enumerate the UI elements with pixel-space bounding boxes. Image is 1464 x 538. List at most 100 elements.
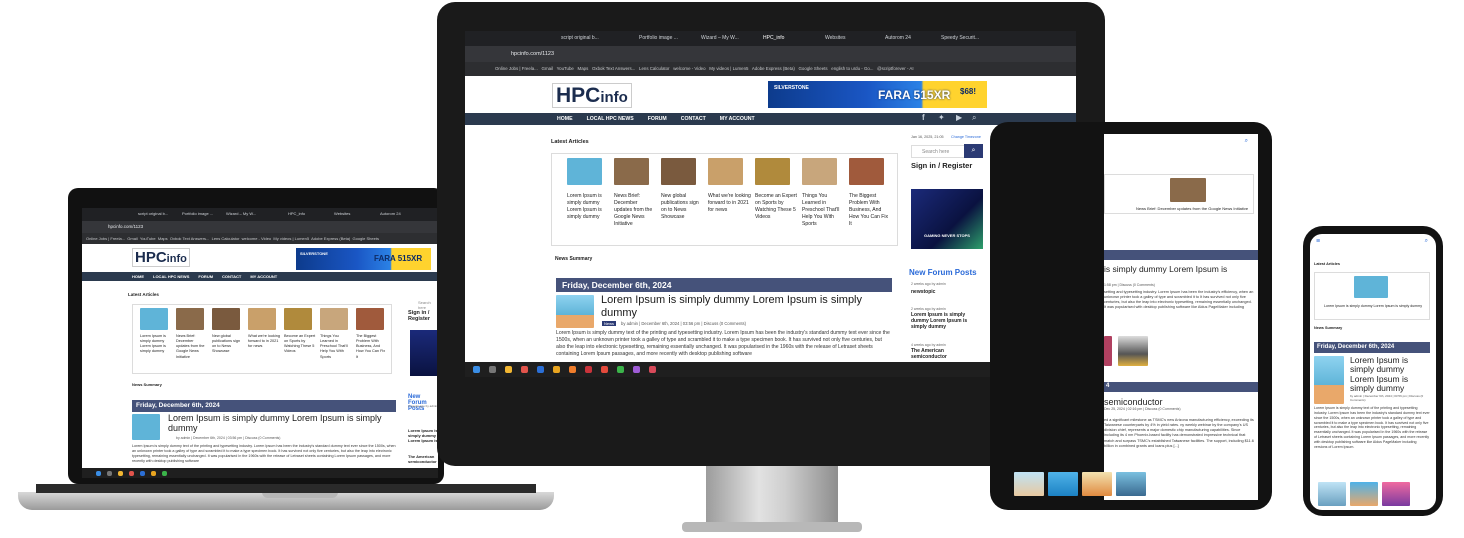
- article-thumbnail[interactable]: [708, 158, 743, 185]
- phone-article-title[interactable]: Lorem Ipsum is simply dummy Lorem Ipsum …: [1324, 304, 1424, 309]
- nav-forum[interactable]: FORUM: [198, 274, 213, 279]
- taskbar-app-icon[interactable]: [617, 366, 624, 373]
- article-thumbnail[interactable]: [755, 158, 790, 185]
- monitor-tab[interactable]: script original b...: [561, 35, 613, 41]
- nav-contact[interactable]: CONTACT: [222, 274, 241, 279]
- bookmark[interactable]: Google Sheets: [799, 66, 828, 71]
- forum-post-title[interactable]: The American semiconductor: [911, 348, 975, 361]
- monitor-tab[interactable]: Speedy Securit...: [941, 35, 989, 41]
- article-title[interactable]: What we're looking forward to in 2021 fo…: [248, 334, 280, 349]
- taskbar-app-icon[interactable]: [649, 366, 656, 373]
- nav-local-hpc-news[interactable]: LOCAL HPC NEWS: [587, 116, 634, 122]
- monitor-ad-banner[interactable]: SILVERSTONE FARA 515XR $68!: [768, 81, 987, 108]
- taskbar-app-icon[interactable]: [537, 366, 544, 373]
- start-icon[interactable]: [96, 470, 101, 476]
- nav-my-account[interactable]: MY ACCOUNT: [250, 274, 277, 279]
- bookmark[interactable]: english to urdu - Go...: [831, 66, 873, 71]
- article-thumbnail[interactable]: [320, 308, 348, 330]
- tablet-image[interactable]: [1118, 336, 1148, 366]
- taskbar-app-icon[interactable]: [118, 470, 123, 476]
- bookmark[interactable]: YouTube: [140, 236, 156, 241]
- taskbar-app-icon[interactable]: [569, 366, 576, 373]
- search-icon[interactable]: ⌕: [972, 113, 976, 123]
- taskbar-app-icon[interactable]: [162, 470, 167, 476]
- forum-post-title[interactable]: Lorem Ipsum is simply dummy Lorem Ipsum …: [911, 312, 975, 330]
- bookmark[interactable]: Oxbok Text Answers...: [170, 236, 210, 241]
- bookmark[interactable]: Online Jobs | Freela...: [86, 236, 125, 241]
- article-title[interactable]: New global publications sign on to News …: [212, 334, 244, 355]
- laptop-tab[interactable]: Autorom 24: [380, 211, 420, 216]
- tablet-post-title[interactable]: is simply dummy Lorem Ipsum is: [1104, 264, 1254, 275]
- laptop-tab[interactable]: Portfolio image ...: [182, 211, 222, 216]
- monitor-sidebar-ad[interactable]: GAMING NEVER STOPS: [911, 189, 983, 249]
- post-category-badge[interactable]: News: [602, 321, 617, 326]
- phone-article-thumb[interactable]: [1354, 276, 1388, 298]
- article-thumbnail[interactable]: [212, 308, 240, 330]
- laptop-ad-banner[interactable]: SILVERSTONE FARA 515XR: [296, 248, 431, 270]
- taskbar-app-icon[interactable]: [140, 470, 145, 476]
- bookmark[interactable]: welcome - Video: [673, 66, 705, 71]
- change-timezone-link[interactable]: Change Timezone: [951, 135, 981, 139]
- facebook-icon[interactable]: f: [922, 113, 925, 122]
- nav-home[interactable]: HOME: [557, 116, 573, 122]
- nav-local-hpc-news[interactable]: LOCAL HPC NEWS: [153, 274, 189, 279]
- nav-forum[interactable]: FORUM: [648, 116, 667, 122]
- article-thumbnail[interactable]: [356, 308, 384, 330]
- bookmark[interactable]: Oxbok Text Answers...: [592, 66, 635, 71]
- phone-search-icon[interactable]: ⌕: [1425, 238, 1428, 245]
- article-thumbnail[interactable]: [802, 158, 837, 185]
- article-thumbnail[interactable]: [284, 308, 312, 330]
- taskbar-app-icon[interactable]: [505, 366, 512, 373]
- article-thumbnail[interactable]: [248, 308, 276, 330]
- article-title[interactable]: Lorem Ipsum is simply dummy Lorem Ipsum …: [567, 193, 610, 221]
- laptop-signin[interactable]: Sign in / Register: [408, 310, 438, 322]
- phone-gallery-image[interactable]: [1382, 482, 1410, 506]
- taskbar-app-icon[interactable]: [521, 366, 528, 373]
- article-title[interactable]: The Biggest Problem With Business, And H…: [356, 334, 388, 360]
- article-title[interactable]: Become an Expert on Sports by Watching T…: [755, 193, 798, 221]
- bookmark[interactable]: Maps: [158, 236, 168, 241]
- tablet-gallery-image[interactable]: [1048, 472, 1078, 496]
- tablet-search-icon[interactable]: ⌕: [1245, 138, 1248, 145]
- bookmark[interactable]: YouTube: [557, 66, 574, 71]
- monitor-tab[interactable]: Websites: [825, 35, 873, 41]
- tablet-article-thumb[interactable]: [1170, 178, 1206, 202]
- monitor-tab[interactable]: Wizard – My W...: [701, 35, 753, 41]
- phone-gallery-image[interactable]: [1350, 482, 1378, 506]
- bookmark[interactable]: Gmail: [542, 66, 553, 71]
- article-thumbnail[interactable]: [849, 158, 884, 185]
- article-thumbnail[interactable]: [140, 308, 168, 330]
- article-title[interactable]: What we're looking forward to in 2021 fo…: [708, 193, 751, 214]
- monitor-signin[interactable]: Sign in / Register: [911, 161, 972, 170]
- laptop-site-logo[interactable]: HPCinfo: [132, 248, 190, 267]
- laptop-post-thumbnail[interactable]: [132, 414, 160, 440]
- bookmark[interactable]: Adobe Express (Beta): [311, 236, 350, 241]
- monitor-site-logo[interactable]: HPCinfo: [552, 83, 632, 109]
- laptop-post-title[interactable]: Lorem Ipsum is simply dummy Lorem Ipsum …: [168, 413, 388, 434]
- phone-menu-icon[interactable]: ≡: [1316, 238, 1320, 245]
- article-title[interactable]: New global publications sign on to News …: [661, 193, 704, 221]
- forum-post-title[interactable]: newstopic: [911, 289, 935, 295]
- taskbar-search-icon[interactable]: [489, 366, 496, 373]
- laptop-tab[interactable]: Wizard – My W...: [226, 211, 266, 216]
- laptop-search-placeholder[interactable]: Search here: [418, 300, 438, 310]
- phone-post-title[interactable]: Lorem Ipsum is simply dummy Lorem Ipsum …: [1350, 355, 1430, 393]
- laptop-forum-post[interactable]: The American semiconductor: [408, 454, 438, 466]
- nav-home[interactable]: HOME: [132, 274, 144, 279]
- monitor-url-text[interactable]: hpcinfo.com/1123: [511, 51, 554, 57]
- nav-my-account[interactable]: MY ACCOUNT: [720, 116, 755, 122]
- article-thumbnail[interactable]: [176, 308, 204, 330]
- bookmark[interactable]: @scriptforever - AI: [877, 66, 913, 71]
- taskbar-app-icon[interactable]: [601, 366, 608, 373]
- tablet-gallery-image[interactable]: [1116, 472, 1146, 496]
- laptop-url-text[interactable]: hpcinfo.com/1123: [108, 224, 143, 229]
- youtube-icon[interactable]: ▶: [956, 113, 962, 122]
- laptop-url-bar[interactable]: hpcinfo.com/1123: [82, 221, 438, 233]
- laptop-tab-active[interactable]: HPC_info: [288, 211, 328, 216]
- monitor-tab[interactable]: Portfolio image ...: [639, 35, 691, 41]
- bookmark[interactable]: Maps: [578, 66, 589, 71]
- monitor-post-thumbnail[interactable]: [556, 295, 594, 328]
- bookmark[interactable]: Online Jobs | Freela...: [495, 66, 538, 71]
- taskbar-app-icon[interactable]: [585, 366, 592, 373]
- nav-contact[interactable]: CONTACT: [681, 116, 706, 122]
